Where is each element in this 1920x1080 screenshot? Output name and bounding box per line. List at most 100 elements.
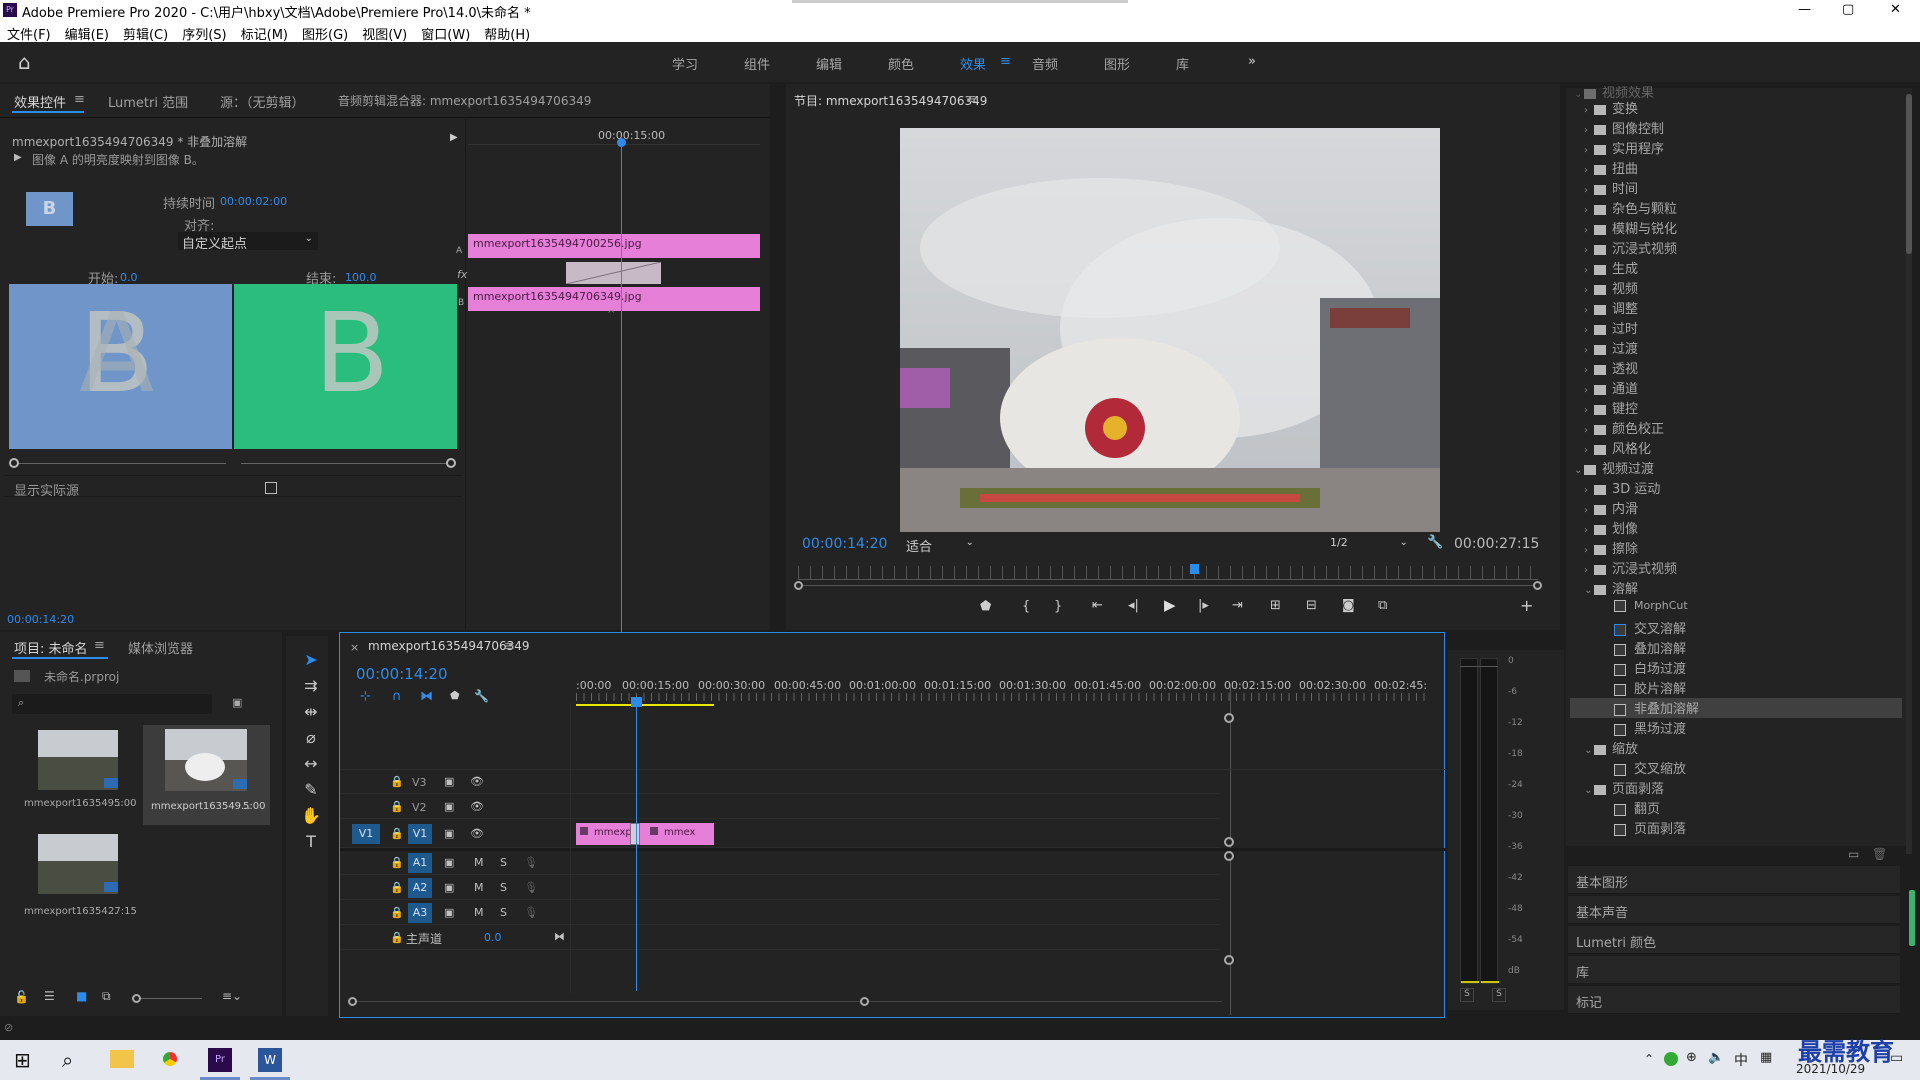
transition-thumbnail[interactable]: B bbox=[26, 192, 73, 226]
solo-right-button[interactable]: S bbox=[1492, 988, 1506, 1002]
track-a3[interactable]: 🔒 A3 ▣ M S 🎙 bbox=[340, 901, 1220, 925]
panel-markers[interactable]: 标记 bbox=[1568, 986, 1900, 1014]
new-bin-from-search-icon[interactable]: ▣ bbox=[232, 696, 242, 709]
tree-item-time[interactable]: › 时间 bbox=[1574, 178, 1914, 198]
tree-item-additive-dissolve[interactable]: 叠加溶解 bbox=[1574, 638, 1914, 658]
program-time-ruler[interactable] bbox=[798, 566, 1538, 580]
tree-item-dip-to-white[interactable]: 白场过渡 bbox=[1574, 658, 1914, 678]
tree-page-peel[interactable]: ⌄ 页面剥落 bbox=[1574, 778, 1914, 798]
tree-item-channel[interactable]: › 通道 bbox=[1574, 378, 1914, 398]
tree-item-video[interactable]: › 视频 bbox=[1574, 278, 1914, 298]
extract-icon[interactable]: ⊟ bbox=[1306, 598, 1317, 613]
minimize-button[interactable]: — bbox=[1798, 2, 1811, 17]
scroll-handle[interactable] bbox=[1224, 837, 1234, 847]
playback-resolution-dropdown[interactable]: 1/2 ⌄ bbox=[1330, 536, 1410, 554]
track-label-a1[interactable]: A1 bbox=[408, 853, 432, 873]
windows-start-icon[interactable]: ⊞ bbox=[14, 1048, 31, 1072]
mute-button[interactable]: M bbox=[474, 856, 484, 869]
more-workspaces-icon[interactable]: » bbox=[1248, 54, 1256, 69]
tree-item-slide[interactable]: › 内滑 bbox=[1574, 498, 1914, 518]
tree-item-blur[interactable]: › 模糊与锐化 bbox=[1574, 218, 1914, 238]
ripple-edit-tool-icon[interactable]: ⇹ bbox=[300, 702, 322, 721]
file-explorer-icon[interactable] bbox=[110, 1050, 134, 1068]
show-actual-sources-checkbox[interactable] bbox=[265, 482, 277, 494]
timeline-settings-wrench-icon[interactable]: 🔧 bbox=[474, 689, 489, 703]
play-icon[interactable]: ▶ bbox=[1164, 596, 1176, 614]
delete-icon[interactable]: 🗑 bbox=[1872, 847, 1887, 861]
project-menu-icon[interactable]: ≡ bbox=[94, 638, 105, 653]
icon-view-icon[interactable]: ■ bbox=[76, 989, 87, 1003]
razor-tool-icon[interactable]: ⌀ bbox=[300, 728, 322, 747]
eye-icon[interactable]: 👁 bbox=[470, 800, 484, 813]
lift-icon[interactable]: ⊞ bbox=[1270, 598, 1281, 613]
project-item[interactable]: mmexport16354... 27:15 bbox=[20, 832, 137, 924]
scroll-handle[interactable] bbox=[1224, 851, 1234, 861]
panel-libraries[interactable]: 库 bbox=[1568, 956, 1900, 984]
workspace-color[interactable]: 颜色 bbox=[888, 54, 914, 73]
sync-lock-icon[interactable]: ▣ bbox=[444, 881, 454, 894]
end-value[interactable]: 100.0 bbox=[345, 271, 377, 284]
scroll-handle[interactable] bbox=[1224, 955, 1234, 965]
tree-item-morphcut[interactable]: MorphCut bbox=[1574, 598, 1914, 618]
snap-icon[interactable]: ∩ bbox=[392, 689, 402, 704]
tree-item-immersive-video[interactable]: › 沉浸式视频 bbox=[1574, 558, 1914, 578]
mini-playhead[interactable] bbox=[617, 138, 626, 679]
timeline-ruler[interactable]: :00:00 00:00:15:00 00:00:30:00 00:00:45:… bbox=[576, 677, 1427, 703]
sync-lock-icon[interactable]: ▣ bbox=[444, 906, 454, 919]
comparison-view-icon[interactable]: ⧉ bbox=[1378, 598, 1387, 613]
start-slider[interactable] bbox=[9, 458, 226, 468]
tray-app-icon[interactable] bbox=[1664, 1052, 1678, 1066]
tab-effect-controls[interactable]: 效果控件 bbox=[14, 92, 66, 111]
microphone-icon[interactable]: 🎙 bbox=[524, 856, 538, 869]
workspace-libraries[interactable]: 库 bbox=[1176, 54, 1189, 73]
tree-item-adjust[interactable]: › 调整 bbox=[1574, 298, 1914, 318]
word-taskbar-icon[interactable]: W bbox=[258, 1048, 282, 1072]
panel-lumetri-color[interactable]: Lumetri 颜色 bbox=[1568, 926, 1900, 954]
scroll-handle[interactable] bbox=[1224, 713, 1234, 723]
tab-project[interactable]: 项目: 未命名 bbox=[14, 638, 88, 657]
lock-icon[interactable]: 🔒 bbox=[390, 881, 404, 894]
solo-button[interactable]: S bbox=[500, 906, 507, 919]
tree-item-cross-zoom[interactable]: 交叉缩放 bbox=[1574, 758, 1914, 778]
sync-lock-icon[interactable]: ▣ bbox=[444, 827, 454, 840]
workspace-editing[interactable]: 编辑 bbox=[816, 54, 842, 73]
tree-item-color-correction[interactable]: › 颜色校正 bbox=[1574, 418, 1914, 438]
tree-item-noise[interactable]: › 杂色与颗粒 bbox=[1574, 198, 1914, 218]
step-forward-icon[interactable]: |▸ bbox=[1198, 598, 1209, 613]
mute-button[interactable]: M bbox=[474, 906, 484, 919]
tree-item-iris[interactable]: › 划像 bbox=[1574, 518, 1914, 538]
zoom-level-dropdown[interactable]: 适合 ⌄ bbox=[906, 536, 976, 555]
microphone-icon[interactable]: 🎙 bbox=[524, 906, 538, 919]
play-only-transition-icon[interactable]: ▶ bbox=[450, 132, 458, 143]
duration-value[interactable]: 00:00:02:00 bbox=[220, 195, 287, 208]
tab-source[interactable]: 源：（无剪辑） bbox=[220, 92, 305, 111]
slip-tool-icon[interactable]: ↔ bbox=[300, 754, 322, 773]
hand-tool-icon[interactable]: ✋ bbox=[300, 806, 322, 825]
timeline-clip-2[interactable]: mmex bbox=[646, 823, 714, 845]
track-label-a2[interactable]: A2 bbox=[408, 878, 432, 898]
workspace-audio[interactable]: 音频 bbox=[1032, 54, 1058, 73]
home-icon[interactable]: ⌂ bbox=[18, 50, 31, 74]
step-back-icon[interactable]: ◂| bbox=[1128, 598, 1139, 613]
master-volume-value[interactable]: 0.0 bbox=[484, 931, 502, 944]
solo-button[interactable]: S bbox=[500, 881, 507, 894]
search-icon[interactable]: ⌕ bbox=[62, 1048, 73, 1072]
lock-icon[interactable]: 🔒 bbox=[390, 906, 404, 919]
network-icon[interactable]: ⊕ bbox=[1686, 1050, 1697, 1065]
effect-controls-timecode[interactable]: 00:00:14:20 bbox=[7, 613, 74, 626]
menu-marker[interactable]: 标记(M) bbox=[241, 24, 288, 43]
pen-tool-icon[interactable]: ✎ bbox=[300, 780, 322, 799]
linked-selection-icon[interactable]: ⧓ bbox=[420, 689, 433, 704]
lock-icon[interactable]: 🔒 bbox=[390, 931, 404, 944]
notification-icon[interactable]: ▭ bbox=[1890, 1050, 1903, 1066]
tree-item-transform[interactable]: › 变换 bbox=[1574, 98, 1914, 118]
timeline-playhead[interactable] bbox=[631, 697, 642, 991]
track-v2[interactable]: 🔒 V2 ▣ 👁 bbox=[340, 795, 1220, 819]
tab-audio-clip-mixer[interactable]: 音频剪辑混合器: mmexport1635494706349 bbox=[338, 92, 591, 109]
button-editor-plus-icon[interactable]: + bbox=[1520, 596, 1533, 615]
close-sequence-icon[interactable]: × bbox=[350, 641, 359, 654]
effect-controls-menu-icon[interactable]: ≡ bbox=[74, 92, 85, 107]
tree-item-obsolete[interactable]: › 过时 bbox=[1574, 318, 1914, 338]
tab-media-browser[interactable]: 媒体浏览器 bbox=[128, 638, 193, 657]
type-tool-icon[interactable]: T bbox=[300, 832, 322, 851]
